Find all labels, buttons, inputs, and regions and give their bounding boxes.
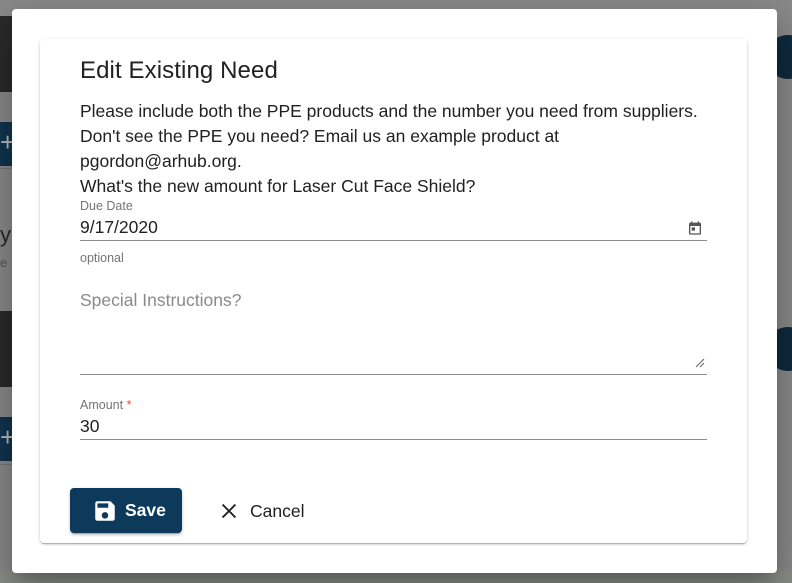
special-instructions-textarea[interactable]: Special Instructions? [80,280,707,375]
due-date-field: Due Date 9/17/2020 optional [80,199,707,265]
edit-need-dialog: Edit Existing Need Please include both t… [12,9,777,573]
background-heading-fragment: y [0,222,11,247]
dialog-card: Edit Existing Need Please include both t… [40,39,747,543]
save-button[interactable]: Save [70,488,182,533]
floppy-disk-icon [95,500,115,521]
dialog-description: Please include both the PPE products and… [80,99,720,199]
resize-grip-icon[interactable] [695,358,705,368]
due-date-value: 9/17/2020 [80,217,158,237]
description-line: Don't see the PPE you need? Email us an … [80,126,560,146]
amount-field: Amount * 30 [80,398,707,440]
calendar-icon[interactable] [687,220,703,236]
required-asterisk: * [126,398,132,412]
amount-label-text: Amount [80,398,124,412]
background-divider [0,464,12,465]
background-thumbnail [0,16,12,92]
close-icon [221,503,237,519]
background-thumbnail [0,311,12,387]
special-instructions-placeholder: Special Instructions? [80,290,242,310]
due-date-input[interactable]: 9/17/2020 [80,213,707,241]
cancel-button[interactable]: Cancel [210,489,312,533]
amount-value: 30 [80,416,100,436]
description-question: What's the new amount for Laser Cut Face… [80,176,476,196]
description-line: Please include both the PPE products and… [80,101,698,121]
save-button-label: Save [125,500,166,520]
background-subtext-fragment: e [0,255,8,270]
description-email: pgordon@arhub.org. [80,151,242,171]
cancel-button-label: Cancel [250,500,305,521]
amount-label: Amount * [80,398,707,412]
due-date-label: Due Date [80,199,133,213]
amount-input[interactable]: 30 [80,412,707,440]
due-date-helper: optional [80,251,124,265]
dialog-title: Edit Existing Need [80,57,278,84]
background-divider [0,168,12,169]
